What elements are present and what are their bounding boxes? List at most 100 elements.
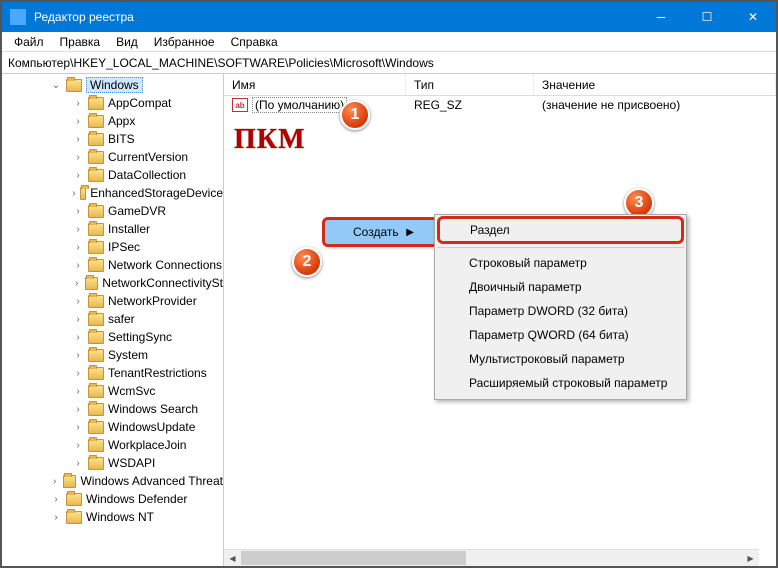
chevron-icon[interactable]: ⌄ — [50, 80, 62, 91]
tree-item[interactable]: › safer — [2, 310, 223, 328]
submenu-item[interactable]: Раздел — [437, 216, 684, 244]
chevron-icon[interactable]: › — [72, 314, 84, 325]
maximize-button[interactable]: ☐ — [684, 2, 730, 32]
tree-item[interactable]: › WindowsUpdate — [2, 418, 223, 436]
chevron-icon[interactable]: › — [50, 494, 62, 505]
tree-item[interactable]: ›TenantRestrictions — [2, 364, 223, 382]
tree-item[interactable]: › NetworkConnectivitySt — [2, 274, 223, 292]
chevron-icon[interactable]: › — [72, 440, 84, 451]
tree-item[interactable]: ⌄ Windows — [2, 76, 223, 94]
scroll-right-icon[interactable]: ▶ — [742, 550, 759, 567]
chevron-icon[interactable]: › — [72, 368, 84, 379]
tree-item[interactable]: › WorkplaceJoin — [2, 436, 223, 454]
tree-item[interactable]: ›NetworkProvider — [2, 292, 223, 310]
tree-label: EnhancedStorageDevice — [90, 186, 223, 200]
tree-label: Installer — [108, 222, 150, 236]
tree-label: GameDVR — [108, 204, 166, 218]
tree-item[interactable]: ›SettingSync — [2, 328, 223, 346]
chevron-icon[interactable]: › — [72, 98, 84, 109]
chevron-icon[interactable]: › — [72, 458, 84, 469]
tree-item[interactable]: ›AppCompat — [2, 94, 223, 112]
submenu-item[interactable]: Двоичный параметр — [435, 275, 686, 299]
chevron-icon[interactable]: › — [72, 422, 84, 433]
list-row[interactable]: ab(По умолчанию) REG_SZ (значение не при… — [224, 96, 776, 114]
menu-favorites[interactable]: Избранное — [146, 33, 223, 51]
menu-file[interactable]: Файл — [6, 33, 52, 51]
scroll-left-icon[interactable]: ◀ — [224, 550, 241, 567]
submenu-item[interactable]: Параметр QWORD (64 бита) — [435, 323, 686, 347]
folder-icon — [88, 457, 104, 470]
tree-item[interactable]: ›Windows NT — [2, 508, 223, 526]
chevron-icon[interactable]: › — [72, 134, 84, 145]
tree-label: WindowsUpdate — [108, 420, 195, 434]
h-scrollbar[interactable]: ◀ ▶ — [224, 549, 759, 566]
chevron-icon[interactable]: › — [72, 242, 84, 253]
menu-edit[interactable]: Правка — [52, 33, 109, 51]
context-menu-2: Раздел Строковый параметрДвоичный парамет… — [434, 214, 687, 400]
tree-item[interactable]: ›Windows Defender — [2, 490, 223, 508]
menu-view[interactable]: Вид — [108, 33, 146, 51]
folder-icon — [88, 367, 104, 380]
chevron-icon[interactable]: › — [72, 296, 84, 307]
tree-item[interactable]: ›WcmSvc — [2, 382, 223, 400]
tree-item[interactable]: ›BITS — [2, 130, 223, 148]
chevron-icon[interactable]: › — [72, 278, 81, 289]
list-header: Имя Тип Значение — [224, 74, 776, 96]
tree-label: WSDAPI — [108, 456, 155, 470]
tree-item[interactable]: ›CurrentVersion — [2, 148, 223, 166]
submenu-item[interactable]: Мультистроковый параметр — [435, 347, 686, 371]
tree-item[interactable]: › IPSec — [2, 238, 223, 256]
folder-icon — [88, 313, 104, 326]
folder-icon — [88, 151, 104, 164]
col-value[interactable]: Значение — [534, 74, 776, 95]
tree-item[interactable]: ›Windows Advanced Threat — [2, 472, 223, 490]
chevron-icon[interactable]: › — [50, 476, 59, 487]
tree-item[interactable]: › WSDAPI — [2, 454, 223, 472]
chevron-icon[interactable]: › — [72, 170, 84, 181]
chevron-icon[interactable]: › — [72, 332, 84, 343]
minimize-button[interactable]: ─ — [638, 2, 684, 32]
chevron-icon[interactable]: › — [72, 386, 84, 397]
chevron-icon[interactable]: › — [72, 206, 84, 217]
chevron-icon[interactable]: › — [50, 512, 62, 523]
chevron-icon[interactable]: › — [72, 116, 84, 127]
tree-label: NetworkConnectivitySt — [102, 276, 223, 290]
title-bar: Редактор реестра ─ ☐ ✕ — [2, 2, 776, 32]
menu-help[interactable]: Справка — [223, 33, 286, 51]
tree-item[interactable]: ›DataCollection — [2, 166, 223, 184]
chevron-icon[interactable]: › — [72, 188, 76, 199]
chevron-icon[interactable]: › — [72, 260, 84, 271]
tree-item[interactable]: ›Network Connections — [2, 256, 223, 274]
tree-item[interactable]: › Appx — [2, 112, 223, 130]
chevron-icon[interactable]: › — [72, 152, 84, 163]
chevron-icon[interactable]: › — [72, 404, 84, 415]
tree-label: safer — [108, 312, 135, 326]
menu-create[interactable]: Создать ▶ — [322, 217, 439, 247]
address-bar[interactable]: Компьютер\HKEY_LOCAL_MACHINE\SOFTWARE\Po… — [2, 52, 776, 74]
tree-label: WorkplaceJoin — [108, 438, 186, 452]
chevron-icon[interactable]: › — [72, 350, 84, 361]
col-type[interactable]: Тип — [406, 74, 534, 95]
menu-bar: Файл Правка Вид Избранное Справка — [2, 32, 776, 52]
tree-pane[interactable]: ⌄Windows›AppCompat›Appx›BITS›CurrentVers… — [2, 74, 224, 566]
submenu-item[interactable]: Расширяемый строковый параметр — [435, 371, 686, 395]
tree-item[interactable]: › Installer — [2, 220, 223, 238]
tree-label: Appx — [108, 114, 135, 128]
chevron-icon[interactable]: › — [72, 224, 84, 235]
badge-2: 2 — [292, 247, 322, 277]
tree-item[interactable]: ›Windows Search — [2, 400, 223, 418]
col-name[interactable]: Имя — [224, 74, 406, 95]
folder-icon — [63, 475, 76, 488]
close-button[interactable]: ✕ — [730, 2, 776, 32]
tree-item[interactable]: › EnhancedStorageDevice — [2, 184, 223, 202]
submenu-item[interactable]: Строковый параметр — [435, 251, 686, 275]
submenu-item[interactable]: Параметр DWORD (32 бита) — [435, 299, 686, 323]
folder-icon — [88, 403, 104, 416]
tree-item[interactable]: › GameDVR — [2, 202, 223, 220]
folder-icon — [88, 331, 104, 344]
tree-label: System — [108, 348, 148, 362]
folder-icon — [88, 421, 104, 434]
tree-item[interactable]: › System — [2, 346, 223, 364]
tree-label: IPSec — [108, 240, 140, 254]
tree-label: Windows — [86, 77, 143, 93]
